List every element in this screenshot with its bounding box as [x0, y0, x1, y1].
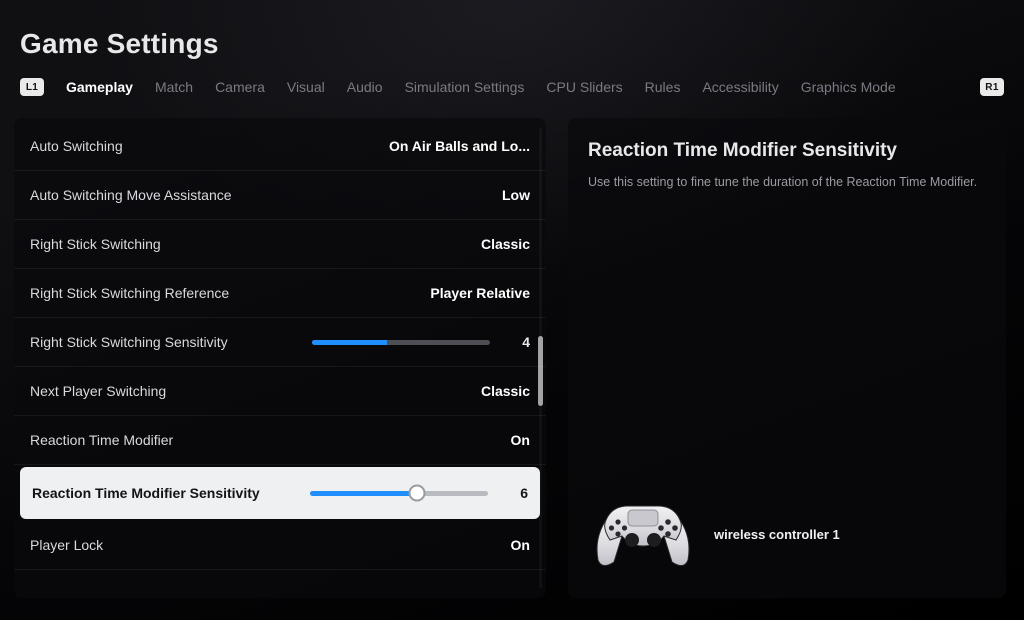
setting-value: On Air Balls and Lo...	[389, 138, 530, 154]
setting-right-stick-switching-sensitivity[interactable]: Right Stick Switching Sensitivity 4	[14, 318, 546, 367]
tab-cpu-sliders[interactable]: CPU Sliders	[546, 79, 622, 95]
slider-value: 4	[500, 334, 530, 350]
settings-list: Auto Switching On Air Balls and Lo... Au…	[14, 118, 546, 598]
setting-value: On	[511, 432, 530, 448]
tab-match[interactable]: Match	[155, 79, 193, 95]
setting-label: Reaction Time Modifier Sensitivity	[32, 485, 260, 501]
setting-label: Player Lock	[30, 537, 103, 553]
slider[interactable]: 6	[310, 485, 528, 501]
setting-label: Right Stick Switching	[30, 236, 161, 252]
setting-label: Right Stick Switching Reference	[30, 285, 229, 301]
setting-right-stick-switching-reference[interactable]: Right Stick Switching Reference Player R…	[14, 269, 546, 318]
setting-auto-switching-move-assistance[interactable]: Auto Switching Move Assistance Low	[14, 171, 546, 220]
slider[interactable]: 4	[312, 334, 530, 350]
l1-bumper-icon: L1	[20, 78, 44, 96]
tab-camera[interactable]: Camera	[215, 79, 265, 95]
setting-label: Right Stick Switching Sensitivity	[30, 334, 228, 350]
setting-next-player-switching[interactable]: Next Player Switching Classic	[14, 367, 546, 416]
tab-rules[interactable]: Rules	[645, 79, 681, 95]
setting-value: On	[511, 537, 530, 553]
tab-simulation-settings[interactable]: Simulation Settings	[405, 79, 525, 95]
setting-label: Auto Switching Move Assistance	[30, 187, 232, 203]
setting-value: Player Relative	[430, 285, 530, 301]
setting-label: Next Player Switching	[30, 383, 166, 399]
setting-value: Classic	[481, 236, 530, 252]
tab-visual[interactable]: Visual	[287, 79, 325, 95]
setting-right-stick-switching[interactable]: Right Stick Switching Classic	[14, 220, 546, 269]
tab-graphics-mode[interactable]: Graphics Mode	[801, 79, 896, 95]
tab-bar: L1 Gameplay Match Camera Visual Audio Si…	[0, 60, 1024, 108]
setting-reaction-time-modifier[interactable]: Reaction Time Modifier On	[14, 416, 546, 465]
tab-audio[interactable]: Audio	[347, 79, 383, 95]
scrollbar-thumb[interactable]	[538, 336, 543, 406]
tab-gameplay[interactable]: Gameplay	[66, 79, 133, 95]
setting-value: Classic	[481, 383, 530, 399]
controller-label: wireless controller 1	[714, 527, 840, 542]
info-panel: Reaction Time Modifier Sensitivity Use t…	[568, 118, 1006, 598]
tab-accessibility[interactable]: Accessibility	[702, 79, 778, 95]
setting-label: Auto Switching	[30, 138, 123, 154]
setting-label: Reaction Time Modifier	[30, 432, 173, 448]
setting-value: Low	[502, 187, 530, 203]
slider-value: 6	[498, 485, 528, 501]
setting-player-lock[interactable]: Player Lock On	[14, 521, 546, 570]
controller-icon	[588, 498, 698, 570]
setting-reaction-time-modifier-sensitivity[interactable]: Reaction Time Modifier Sensitivity 6	[20, 467, 540, 519]
r1-bumper-icon: R1	[980, 78, 1004, 96]
info-title: Reaction Time Modifier Sensitivity	[588, 140, 986, 162]
setting-auto-switching[interactable]: Auto Switching On Air Balls and Lo...	[14, 122, 546, 171]
page-title: Game Settings	[0, 0, 1024, 60]
info-description: Use this setting to fine tune the durati…	[588, 174, 986, 192]
controller-area: wireless controller 1	[588, 498, 986, 580]
